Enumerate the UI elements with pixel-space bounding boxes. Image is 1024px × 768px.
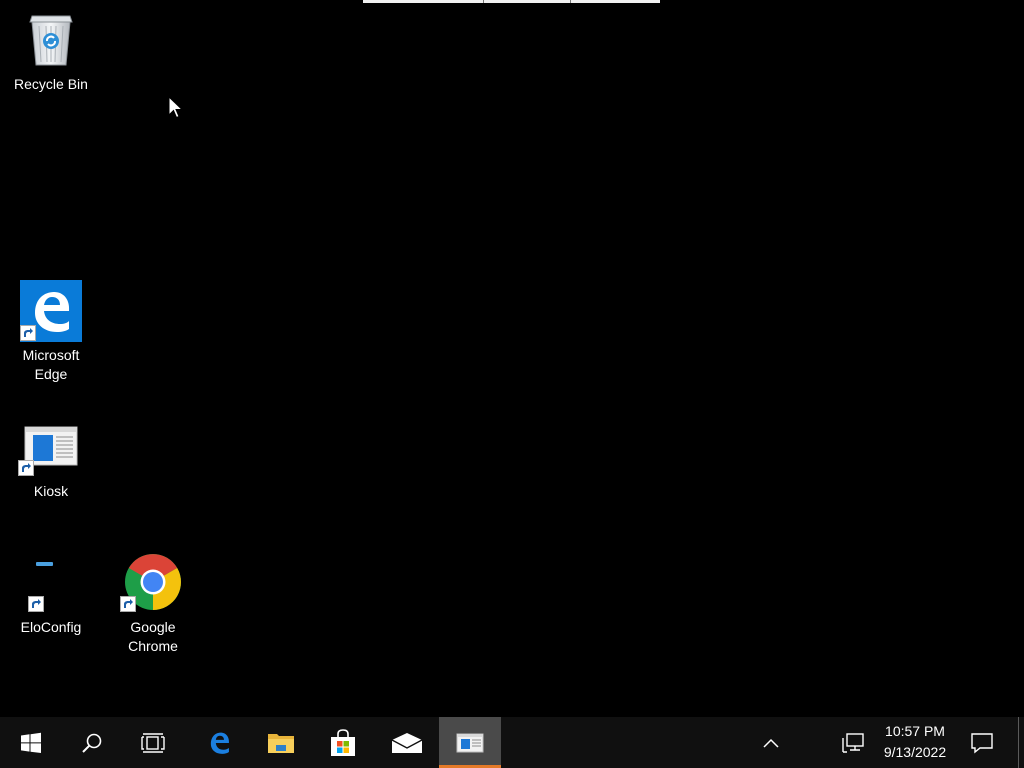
shortcut-arrow-icon [20,325,36,341]
desktop-icon-label: Microsoft Edge [22,347,80,382]
eloconfig-icon [23,556,79,612]
edge-icon [20,280,82,342]
taskbar-store-button[interactable] [312,717,374,768]
shortcut-arrow-icon [120,596,136,612]
taskbar-edge-button[interactable] [188,717,250,768]
store-bag-icon [331,728,355,756]
desktop-icon-recycle-bin[interactable]: Recycle Bin [1,10,101,100]
desktop-icon-label: Recycle Bin [14,76,88,92]
chrome-icon [120,553,182,612]
search-icon [82,733,102,753]
action-center-button[interactable] [962,717,1002,768]
search-button[interactable] [62,717,122,768]
partial-window-strip [363,0,660,3]
task-view-button[interactable] [122,717,184,768]
show-desktop-button[interactable] [1018,717,1024,768]
desktop-icon-google-chrome[interactable]: Google Chrome [103,553,203,658]
desktop-icon-kiosk[interactable]: Kiosk [1,425,101,503]
shortcut-arrow-icon [28,596,44,612]
taskbar-mail-button[interactable] [376,717,438,768]
desktop-icon-eloconfig[interactable]: EloConfig [1,556,101,640]
action-center-icon [971,732,993,753]
system-clock[interactable]: 10:57 PM 9/13/2022 [872,721,958,763]
network-button[interactable] [832,717,874,768]
desktop-icon-microsoft-edge[interactable]: Microsoft Edge [1,280,101,388]
shortcut-arrow-icon [18,460,34,476]
clock-date: 9/13/2022 [883,744,947,760]
recycle-bin-icon [24,10,78,68]
network-icon [842,732,864,753]
windows-logo-icon [21,732,41,753]
desktop-icon-label: Google Chrome [128,619,178,654]
clock-time: 10:57 PM [885,723,945,739]
taskbar-file-explorer-button[interactable] [250,717,312,768]
desktop[interactable]: Recycle Bin Microsoft Edge Kiosk EloConf… [0,0,1024,717]
taskbar-kiosk-button[interactable] [439,717,501,768]
chevron-up-icon [763,738,779,748]
mouse-cursor-icon [168,95,184,125]
task-view-icon [141,732,165,753]
folder-icon [268,733,294,753]
edge-icon [210,732,229,754]
desktop-icon-label: EloConfig [20,619,82,635]
mail-icon [391,732,423,753]
desktop-icon-label: Kiosk [33,483,69,499]
kiosk-icon [18,425,79,477]
kiosk-icon [456,733,484,752]
start-button[interactable] [0,717,62,768]
show-hidden-icons-button[interactable] [752,717,790,768]
taskbar: 10:57 PM 9/13/2022 [0,717,1024,768]
